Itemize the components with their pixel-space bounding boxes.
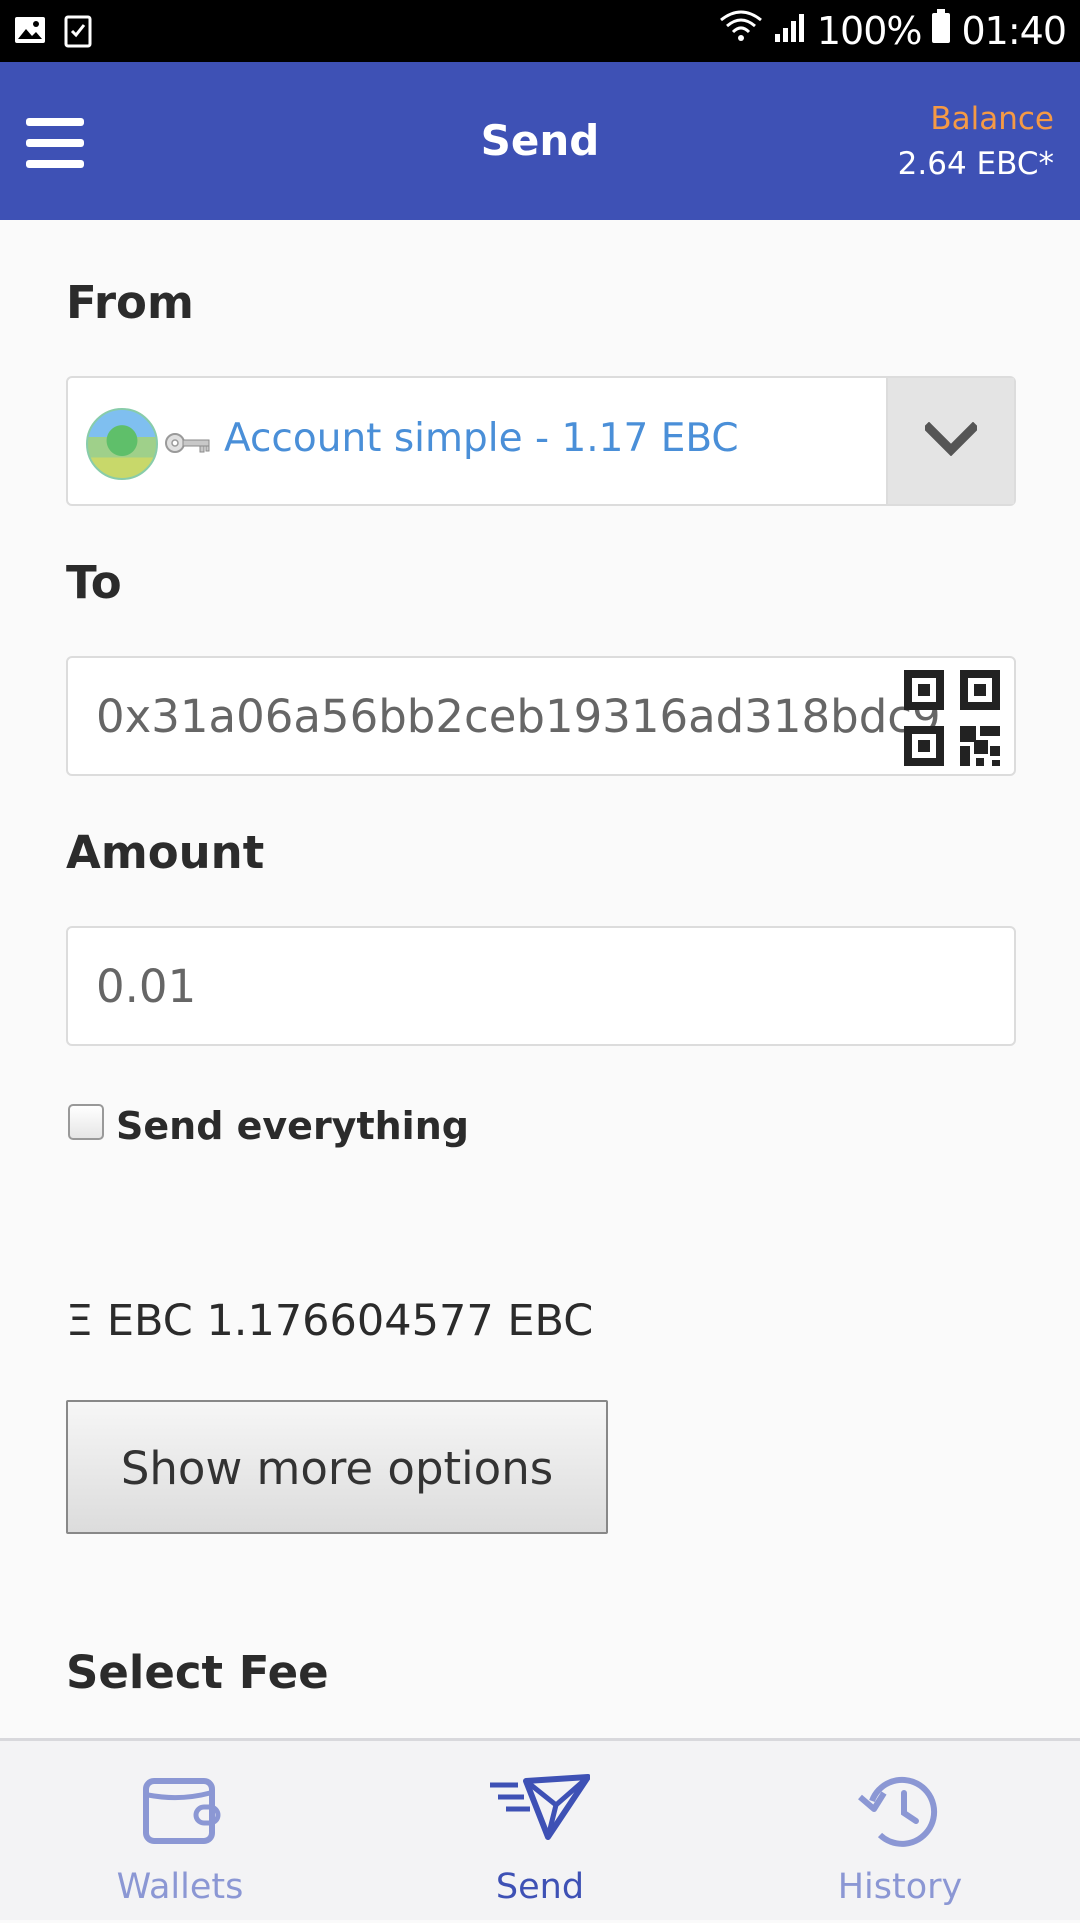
select-fee-label: Select Fee [66,1646,329,1699]
from-label: From [66,276,194,329]
balance-label: Balance [930,101,1054,137]
send-icon [490,1771,591,1851]
from-account-text: Account simple - 1.17 EBC [224,416,739,461]
nav-item-wallets[interactable]: Wallets [0,1741,360,1923]
image-icon [14,14,46,52]
battery-percent: 100% [816,8,923,53]
nav-label-history: History [837,1867,963,1907]
clock: 01:40 [961,8,1067,53]
nav-label-wallets: Wallets [116,1867,244,1907]
balance-value: 2.64 EBC* [897,146,1054,182]
to-address-input[interactable] [94,658,954,774]
send-everything-checkbox[interactable] [68,1104,104,1140]
wifi-icon [719,8,763,53]
account-balance-text: Ξ EBC 1.176604577 EBC [66,1296,594,1346]
nav-label-send: Send [495,1867,585,1907]
dropdown-toggle[interactable] [886,378,1014,504]
nav-item-send[interactable]: Send [360,1741,720,1923]
chevron-down-icon [922,421,980,460]
key-icon [164,428,214,458]
amount-field [66,926,1016,1046]
to-label: To [66,556,122,609]
nav-item-history[interactable]: History [720,1741,1080,1923]
from-account-select[interactable]: Account simple - 1.17 EBC [66,376,1016,506]
history-icon [850,1771,950,1851]
amount-input[interactable] [94,928,994,1044]
send-everything-label[interactable]: Send everything [116,1104,469,1148]
signal-icon [773,9,807,53]
account-avatar [86,408,158,480]
balance-display: Balance 2.64 EBC* [898,98,1054,188]
app-header: Send Balance 2.64 EBC* [0,62,1080,220]
amount-label: Amount [66,826,265,879]
show-more-options-button[interactable]: Show more options [66,1400,608,1534]
battery-icon [931,8,951,53]
wallet-icon [130,1771,230,1851]
status-bar: 100% 01:40 [0,0,1080,62]
to-address-field [66,656,1016,776]
qr-code-icon[interactable] [902,668,1002,768]
bottom-navigation: Wallets Send History [0,1738,1080,1920]
checklist-icon [64,14,92,52]
